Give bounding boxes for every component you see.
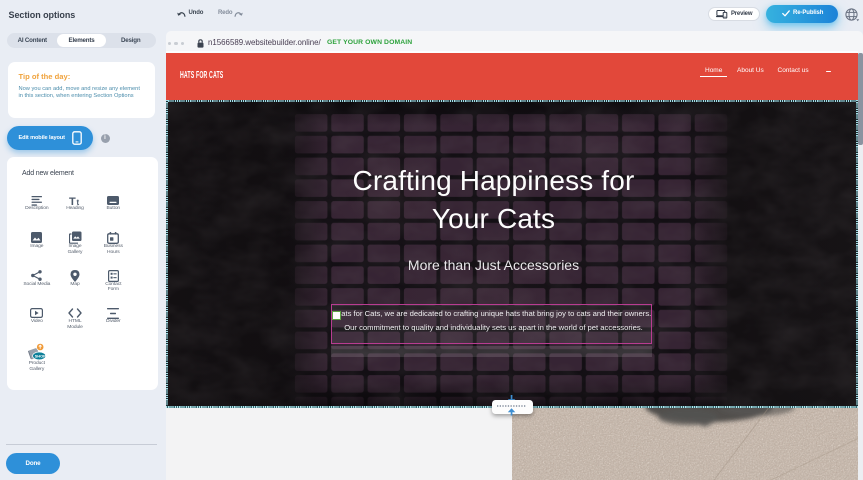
svg-text:t: t xyxy=(76,198,79,206)
svg-text:SHOP: SHOP xyxy=(34,353,45,358)
svg-text:T: T xyxy=(69,196,76,206)
